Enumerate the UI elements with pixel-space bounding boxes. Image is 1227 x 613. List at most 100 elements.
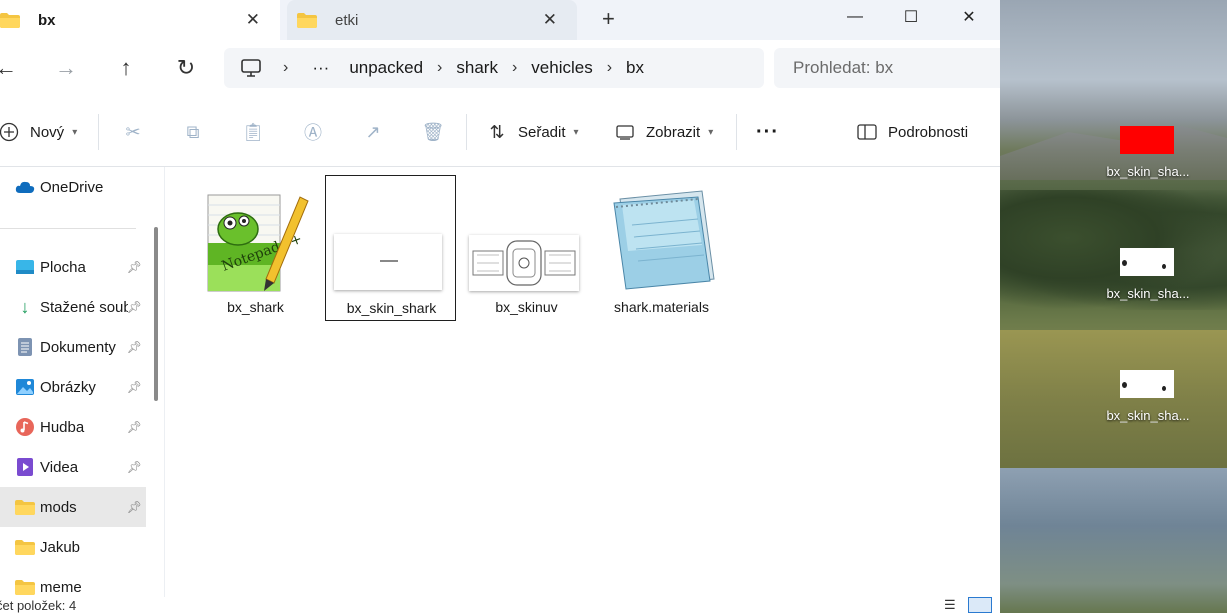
close-tab-icon[interactable]: ✕ [543,10,557,30]
notepad-plus-plus-icon: Notepad++ [207,194,309,292]
chevron-right-icon: › [511,59,518,76]
sidebar-item-music[interactable]: Hudba 📌︎ [0,407,146,447]
red-skin-thumbnail [1120,126,1174,154]
plus-circle-icon [0,121,20,143]
view-button[interactable]: Zobrazit ▾ [614,116,713,148]
desktop-grass [1000,330,1227,470]
desktop-water [1000,468,1227,613]
share-icon[interactable]: ↗ [361,120,385,144]
view-label: Zobrazit [646,123,701,141]
new-tab-button[interactable]: + [602,6,615,32]
command-bar: Nový ▾ ✂ ⧉ 📋︎ Ⓐ ↗ 🗑︎ ⇅ Seřadit ▾ Zobrazi… [0,98,1000,167]
up-button[interactable]: ↑ [108,50,144,86]
maximize-button[interactable]: ☐ [882,0,940,34]
search-input[interactable]: Prohledat: bx [774,48,1000,88]
minimize-button[interactable]: — [826,0,884,34]
view-icon [614,121,636,143]
tab-bx[interactable]: bx ✕ [0,0,280,40]
pin-icon[interactable]: 📌︎ [127,500,142,514]
folder-icon [0,12,20,28]
tab-bar: bx ✕ etki ✕ + — ☐ ✕ [0,0,1000,40]
sidebar-item-plocha[interactable]: Plocha 📌︎ [0,247,146,287]
delete-icon[interactable]: 🗑︎ [421,120,445,144]
divider [0,228,136,229]
paste-icon[interactable]: 📋︎ [241,120,265,144]
chevron-down-icon: ▾ [72,126,78,138]
chevron-down-icon: ▾ [708,126,714,138]
rename-icon[interactable]: Ⓐ [301,120,325,144]
status-bar: čet položek: 4 ☰ [0,597,1000,613]
pin-icon[interactable]: 📌︎ [127,380,142,394]
file-item[interactable]: bx_skinuv [461,175,592,321]
desktop-icon-label: bx_skin_sha... [1106,408,1190,423]
cut-icon[interactable]: ✂ [121,120,145,144]
sidebar-item-label: mods [40,498,77,516]
chevron-down-icon: ▾ [573,126,579,138]
chevron-right-icon: › [437,59,443,76]
tab-label: etki [335,11,359,29]
breadcrumb-shark[interactable]: shark [456,58,498,78]
details-view-icon[interactable]: ☰ [944,597,956,613]
new-button[interactable]: Nový ▾ [0,116,77,148]
sidebar-item-mods[interactable]: mods 📌︎ [0,487,146,527]
music-icon [15,418,35,436]
sidebar-item-videos[interactable]: Videa 📌︎ [0,447,146,487]
breadcrumb-overflow[interactable]: ··· [312,58,329,78]
sidebar-item-label: Videa [40,458,79,476]
pin-icon[interactable]: 📌︎ [127,300,142,314]
sidebar-item-label: Plocha [40,258,86,276]
sidebar-item-label: OneDrive [40,178,104,196]
address-bar[interactable]: › ··· unpacked › shark › vehicles › bx [224,48,764,88]
tab-etki[interactable]: etki ✕ [287,0,577,40]
folder-icon [15,498,35,516]
divider [466,114,467,150]
copy-icon[interactable]: ⧉ [181,120,205,144]
uv-map-thumbnail [469,235,579,291]
pin-icon[interactable]: 📌︎ [127,420,142,434]
pin-icon[interactable]: 📌︎ [127,460,142,474]
sidebar-item-downloads[interactable]: ↓ Stažené soubory 📌︎ [0,287,146,327]
refresh-button[interactable]: ↻ [168,50,204,86]
thumbnail-text-mark [380,260,398,262]
desktop-background: bx_skin_sha... bx_skin_sha... bx_skin_sh… [1000,0,1227,613]
large-icons-view-icon[interactable] [968,597,992,613]
pin-icon[interactable]: 📌︎ [127,340,142,354]
pin-icon[interactable]: 📌︎ [127,260,142,274]
chevron-right-icon: › [283,59,289,76]
sort-button[interactable]: ⇅ Seřadit ▾ [486,116,579,148]
sort-label: Seřadit [518,123,566,141]
details-pane-icon [856,121,878,143]
sort-icon: ⇅ [489,121,505,142]
folder-icon [15,538,35,556]
sidebar-item-onedrive[interactable]: OneDrive [0,167,146,207]
file-list: Notepad++ bx_shark bx_skin_shark bx_skin… [166,167,1000,597]
breadcrumb-unpacked[interactable]: unpacked [349,58,423,78]
file-item[interactable]: shark.materials [596,175,727,321]
file-item[interactable]: Notepad++ bx_shark [190,175,321,321]
close-window-button[interactable]: ✕ [940,0,998,34]
pictures-icon [15,378,35,396]
sidebar-item-documents[interactable]: Dokumenty 📌︎ [0,327,146,367]
notepad-icon [613,190,715,290]
breadcrumb-vehicles[interactable]: vehicles [531,58,592,78]
forward-button[interactable]: → [48,50,84,86]
white-skin-thumbnail [1120,370,1174,398]
sidebar-item-label: Hudba [40,418,85,436]
folder-icon [297,12,317,28]
desktop-icon-label: bx_skin_sha... [1106,164,1190,179]
more-options-button[interactable]: ··· [756,116,779,148]
cloud-icon [15,178,35,196]
sidebar-item-pictures[interactable]: Obrázky 📌︎ [0,367,146,407]
sidebar-item-jakub[interactable]: Jakub [0,527,146,567]
file-item-selected[interactable]: bx_skin_shark [325,175,456,321]
divider [98,114,99,150]
sidebar-item-label: Jakub [40,538,81,556]
back-button[interactable]: ← [0,50,24,86]
navigation-pane: OneDrive Plocha 📌︎ ↓ Stažené soubory 📌︎ … [0,167,160,597]
sidebar-scrollbar[interactable] [154,227,158,401]
close-tab-icon[interactable]: ✕ [246,10,260,30]
file-explorer-window: bx ✕ etki ✕ + — ☐ ✕ ← → ↑ ↻ › ··· unpack… [0,0,1000,613]
details-button[interactable]: Podrobnosti [856,116,968,148]
breadcrumb-bx[interactable]: bx [626,58,644,78]
file-name: bx_skinuv [495,299,558,315]
